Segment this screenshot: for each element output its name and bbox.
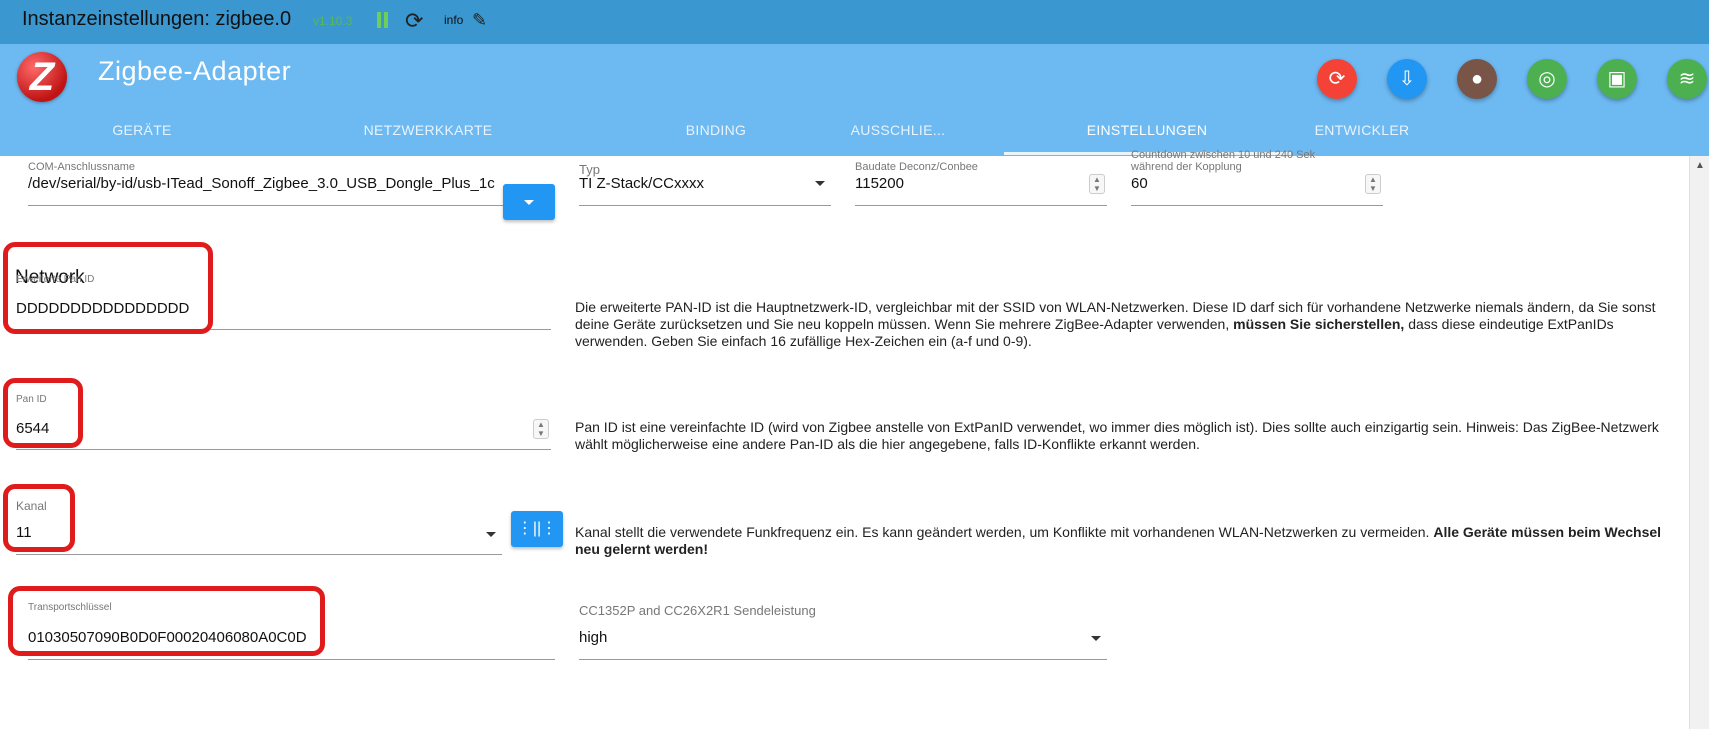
- refresh-icon[interactable]: ⟳: [1317, 59, 1357, 99]
- pan-id-description: Pan ID ist eine vereinfachte ID (wird vo…: [575, 419, 1659, 452]
- reload-icon[interactable]: ⟳: [405, 8, 423, 34]
- com-port-input[interactable]: /dev/serial/by-id/usb-ITead_Sonoff_Zigbe…: [28, 175, 506, 197]
- stepper-icon[interactable]: ▲ ▼: [1365, 174, 1381, 194]
- tab-geraete[interactable]: GERÄTE: [32, 110, 252, 156]
- signal-icon[interactable]: ◎: [1527, 59, 1567, 99]
- pause-icon[interactable]: [376, 12, 390, 28]
- ext-pan-id-description: Die erweiterte PAN-ID ist die Hauptnetzw…: [575, 299, 1656, 349]
- kanal-underline: [16, 554, 502, 555]
- chevron-down-icon[interactable]: [815, 181, 825, 186]
- countdown-underline: [1131, 205, 1383, 206]
- stepper-icon[interactable]: ▲ ▼: [1089, 174, 1105, 194]
- version-label: v1.10.3: [313, 14, 353, 28]
- zigbee-icon[interactable]: ≋: [1667, 59, 1707, 99]
- typ-underline: [579, 205, 831, 206]
- app-title: Zigbee-Adapter: [98, 56, 292, 86]
- com-port-dropdown-button[interactable]: [503, 184, 555, 220]
- pencil-icon[interactable]: ✎: [472, 10, 487, 31]
- com-port-underline: [28, 205, 503, 206]
- app-header: Z Zigbee-Adapter ⟳ ⇩ ● ◎ ▣ ≋ GERÄTE NETZ…: [0, 44, 1709, 156]
- transport-key-underline: [28, 659, 555, 660]
- tab-netzwerkkarte[interactable]: NETZWERKKARTE: [318, 110, 538, 156]
- chip-icon[interactable]: ▣: [1597, 59, 1637, 99]
- countdown-label-line1: Countdown zwischen 10 und 240 Sek: [1131, 149, 1316, 161]
- countdown-input[interactable]: 60: [1131, 175, 1331, 192]
- info-link[interactable]: info: [444, 13, 463, 27]
- pan-id-underline: [16, 449, 551, 450]
- zigbee-logo: Z: [17, 52, 67, 102]
- stepper-icon[interactable]: ▲ ▼: [533, 419, 549, 439]
- highlight-pan-id-box: [3, 378, 83, 448]
- channel-scan-button[interactable]: ⋮||⋮: [511, 511, 563, 547]
- title-bar: Instanzeinstellungen: zigbee.0 v1.10.3 ⟳…: [0, 0, 1709, 44]
- chevron-down-icon: [524, 200, 534, 205]
- phone-download-icon[interactable]: ⇩: [1387, 59, 1427, 99]
- waveform-icon: ⋮||⋮: [516, 520, 558, 537]
- chevron-down-icon[interactable]: [1091, 636, 1101, 641]
- tx-power-select[interactable]: high: [579, 629, 779, 646]
- typ-select[interactable]: TI Z-Stack/CCxxxx: [579, 175, 809, 192]
- baudrate-label: Baudate Deconz/Conbee: [855, 161, 978, 173]
- baudrate-input[interactable]: 115200: [855, 175, 1055, 192]
- window-title: Instanzeinstellungen: zigbee.0: [22, 8, 292, 30]
- baudrate-underline: [855, 205, 1107, 206]
- kanal-description: Kanal stellt die verwendete Funkfrequenz…: [575, 524, 1662, 557]
- tx-power-label: CC1352P and CC26X2R1 Sendeleistung: [579, 603, 816, 618]
- scroll-up-icon[interactable]: ▲: [1695, 160, 1705, 171]
- settings-panel: COM-Anschlussname /dev/serial/by-id/usb-…: [0, 149, 1709, 729]
- com-port-label: COM-Anschlussname: [28, 161, 135, 173]
- scrollbar[interactable]: ▲: [1689, 156, 1709, 729]
- tx-power-underline: [579, 659, 1107, 660]
- chevron-down-icon[interactable]: [486, 532, 496, 537]
- countdown-label-line2: während der Kopplung: [1131, 161, 1242, 173]
- tab-bar: GERÄTE NETZWERKKARTE BINDING AUSSCHLIE..…: [0, 110, 1709, 156]
- highlight-network-box: [3, 242, 213, 334]
- bee-icon[interactable]: ●: [1457, 59, 1497, 99]
- tab-ausschliessen[interactable]: AUSSCHLIE...: [788, 110, 1008, 156]
- highlight-transport-key-box: [8, 586, 325, 656]
- highlight-kanal-box: [3, 484, 75, 552]
